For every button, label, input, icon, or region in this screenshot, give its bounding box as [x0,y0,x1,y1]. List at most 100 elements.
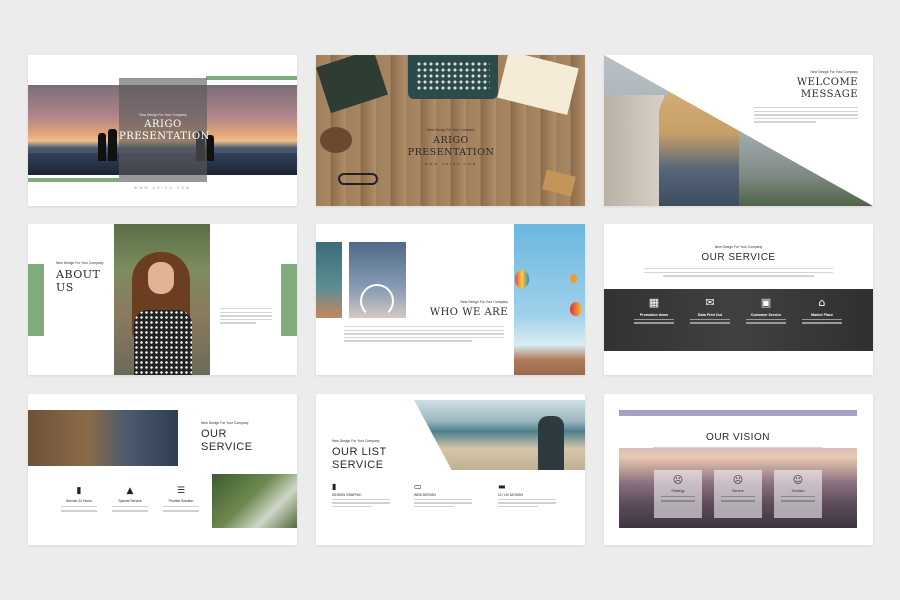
service-label: Market Place [811,313,833,317]
web-design-item: ▭ WEB DESIGN [414,482,484,507]
slide-title: OUR SERVICE [701,252,776,263]
slide-tagline: New Design For Your Company [201,421,249,425]
slide-tagline: New Design For Your Company [139,113,187,117]
slide-our-vision[interactable]: OUR VISION ☹ Strategy ☹ Service ☺ Soluti… [604,394,873,545]
slide-title: WHO WE ARE [429,307,508,318]
slide-tagline: New Design For Your Company [714,245,763,249]
slide-title: OUR SERVICE [201,428,291,454]
slide-title: WELCOME MESSAGE [724,77,858,101]
balloon [515,270,529,288]
slide-about-us[interactable]: New Design For Your Company ABOUT US [28,224,297,375]
title-line: ARIGO [144,119,182,130]
item-label: WEB DESIGN [414,493,436,497]
slide-our-service-three[interactable]: New Design For Your Company OUR SERVICE … [28,394,297,545]
vision-card-service: ☹ Service [714,470,762,518]
special-service: ▲ Special Service [107,486,153,512]
slide-tagline: New Design For Your Company [460,300,509,304]
laptop-outdoor-photo [212,474,297,528]
building [604,95,664,206]
slide-title: ARIGO PRESENTATION [376,135,526,159]
pinecone [320,127,352,153]
website-footer: WWW.ARIGO.COM [424,162,478,166]
person-icon: ▲ [126,486,134,496]
building-icon: ▦ [648,296,660,309]
service-market-place: ⌂ Market Place [794,296,850,324]
phone-icon: ▮ [76,486,82,496]
service-data-print-out: ✉ Data Print Out [682,296,738,324]
tablet-icon: ▭ [414,482,422,491]
slide-tagline: New Design For Your Company [56,261,104,265]
accent-bar [206,76,297,80]
title-line: MESSAGE [800,89,858,100]
title-line: US [56,281,74,294]
title-line: OUR LIST [332,446,387,458]
silhouette-person [108,129,117,161]
card-label: Service [732,489,744,493]
basket-icon: ⌂ [818,296,826,309]
title-line: SERVICE [332,459,384,471]
title-line: PRESENTATION [119,131,210,142]
slide-arigo-presentation-desk[interactable]: New Design For Your Company ARIGO PRESEN… [316,55,585,206]
title-line: ARIGO [433,135,469,146]
slide-tagline: New Design For Your Company [332,439,380,443]
clipboard-icon: ☰ [176,486,186,496]
balloon [570,274,577,283]
title-line: SERVICE [201,441,253,453]
title-line: PRESENTATION [407,147,495,158]
chat-icon: ✉ [705,296,715,309]
vision-card-solution: ☺ Solution [774,470,822,518]
phone-icon: ▮ [332,482,337,491]
item-label: DESIGN GRAPHIC [332,493,362,497]
typewriter-keys [416,61,490,91]
provide-solution: ☰ Provide Solution [158,486,204,512]
woman-face [148,262,174,294]
man-portrait [538,416,564,470]
slide-arigo-presentation-sunset[interactable]: New Design For Your Company ARIGO PRESEN… [28,55,297,206]
slide-tagline: New Design For Your Company [810,70,859,74]
design-graphic-item: ▮ DESIGN GRAPHIC [332,482,402,507]
body-text-placeholder [344,326,504,344]
ui-ux-design-item: ▬ UI / UX DESIGN [498,482,568,507]
service-label: Promotion Items [639,313,669,317]
service-24-hours: ▮ Service 24 Hours [56,486,102,512]
balloon-photo-small [316,242,342,318]
slide-tagline: New Design For Your Company [427,128,475,132]
body-text-placeholder [644,268,833,279]
item-label: Special Service [118,499,142,503]
slide-our-list-service[interactable]: New Design For Your Company OUR LIST SER… [316,394,585,545]
body-text-placeholder [644,447,832,451]
accent-bar [28,178,119,182]
card-label: Solution [791,489,805,493]
service-customer-service: ▣ Customer Service [738,296,794,324]
sad-face-icon: ☹ [732,475,744,486]
sad-face-icon: ☹ [672,475,684,486]
title-line: OUR [201,428,227,440]
slide-title: ARIGO PRESENTATION [119,119,210,143]
service-promotion-items: ▦ Promotion Items [626,296,682,324]
ferris-wheel [360,284,394,318]
slide-welcome-message[interactable]: New Design For Your Company WELCOME MESS… [604,55,873,206]
item-label: UI / UX DESIGN [498,493,523,497]
title-line: ABOUT [56,268,101,281]
service-label: Data Print Out [697,313,723,317]
laptop-icon: ▬ [498,482,506,491]
body-text-placeholder [754,107,858,125]
accent-bar [28,264,44,336]
card-label: Strategy [671,489,685,493]
vision-card-strategy: ☹ Strategy [654,470,702,518]
slide-title: OUR VISION [706,432,770,443]
service-label: Customer Service [750,313,782,317]
title-line: WELCOME [796,77,858,88]
polka-dot-dress [134,310,192,375]
slide-our-service-band[interactable]: New Design For Your Company OUR SERVICE … [604,224,873,375]
body-text-placeholder [220,308,272,326]
slide-title: ABOUT US [56,268,116,294]
people-legs-photo [28,410,178,466]
id-badge-icon: ▣ [760,296,772,309]
item-label: Provide Solution [168,499,194,503]
hot-air-balloons-photo [514,224,585,375]
eyeglasses [338,173,378,185]
smile-face-icon: ☺ [792,475,804,486]
slide-who-we-are[interactable]: New Design For Your Company WHO WE ARE [316,224,585,375]
silhouette-person [98,133,106,161]
